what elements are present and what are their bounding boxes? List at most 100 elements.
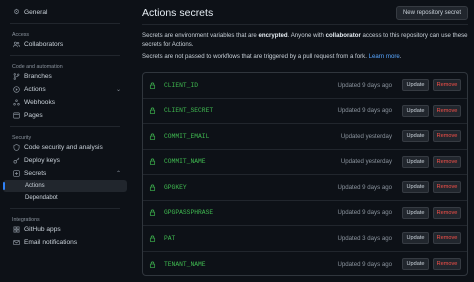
secret-name: GPGKEY <box>164 183 187 191</box>
new-repository-secret-button[interactable]: New repository secret <box>395 6 468 20</box>
lock-icon <box>149 235 156 242</box>
sidebar-item-pages[interactable]: Pages <box>3 109 127 122</box>
lock-icon <box>149 184 156 191</box>
secret-row: GPGKEY Updated 9 days ago Update Remove <box>143 175 467 201</box>
sidebar-section-security: Security <box>12 135 32 141</box>
update-button[interactable]: Update <box>402 104 429 117</box>
sidebar-section-code: Code and automation <box>12 64 63 70</box>
sidebar-section-access: Access <box>12 32 30 38</box>
sidebar-item-deploy-keys[interactable]: Deploy keys <box>3 154 127 167</box>
secret-updated: Updated 9 days ago <box>337 260 392 268</box>
people-icon <box>13 41 21 48</box>
sidebar-item-label: General <box>24 9 48 16</box>
sidebar-item-label: Branches <box>24 73 52 80</box>
remove-button[interactable]: Remove <box>433 155 461 168</box>
sidebar-divider <box>10 126 120 127</box>
update-button[interactable]: Update <box>402 79 429 92</box>
chevron-down-icon[interactable]: ⌄ <box>116 86 121 93</box>
branch-icon <box>13 73 20 80</box>
secret-name: CLIENT_ID <box>164 81 199 89</box>
sidebar-item-label: Actions <box>24 86 46 93</box>
chevron-up-icon[interactable]: ⌃ <box>116 170 121 177</box>
secret-row: TENANT_NAME Updated 9 days ago Update Re… <box>143 252 467 276</box>
mail-icon <box>13 239 20 246</box>
sidebar-item-label: Email notifications <box>24 239 78 246</box>
sidebar-item-label: Code security and analysis <box>24 144 103 151</box>
sidebar-item-code-security[interactable]: Code security and analysis <box>3 141 127 154</box>
sidebar-item-label: Pages <box>24 112 43 119</box>
remove-button[interactable]: Remove <box>433 232 461 245</box>
sidebar-item-label: Webhooks <box>24 99 56 106</box>
secret-name: GPGPASSPHRASE <box>164 209 214 217</box>
lock-icon <box>149 158 156 166</box>
secret-row: COMMIT_NAME Updated yesterday Update Rem… <box>143 150 467 175</box>
description-text: . Anyone with <box>287 32 326 39</box>
update-button[interactable]: Update <box>402 258 429 271</box>
browser-icon <box>13 112 20 119</box>
sidebar-item-secrets[interactable]: Secrets ⌃ <box>3 167 127 180</box>
secret-updated: Updated 3 days ago <box>337 234 392 242</box>
update-button[interactable]: Update <box>402 232 429 245</box>
sidebar-item-branches[interactable]: Branches <box>3 70 127 83</box>
lock-icon <box>149 261 156 268</box>
lock-icon <box>149 209 156 217</box>
sidebar-subitem-actions[interactable]: Actions <box>3 180 127 192</box>
secret-row: CLIENT_SECRET Updated 9 days ago Update … <box>143 99 467 124</box>
secret-row: PAT Updated 3 days ago Update Remove <box>143 226 467 252</box>
sidebar-divider <box>10 23 120 24</box>
sidebar-item-label: Secrets <box>24 170 47 177</box>
description-emphasis: collaborator <box>325 32 361 39</box>
sidebar-item-label: Collaborators <box>24 41 64 48</box>
sidebar-subitem-dependabot[interactable]: Dependabot <box>3 192 127 204</box>
remove-button[interactable]: Remove <box>433 258 461 271</box>
page-header: Actions secrets New repository secret <box>142 4 468 22</box>
sidebar-item-label: Deploy keys <box>24 157 60 164</box>
learn-more-link[interactable]: Learn more <box>369 53 400 60</box>
secret-row: COMMIT_EMAIL Updated yesterday Update Re… <box>143 124 467 150</box>
lock-icon <box>149 133 156 140</box>
secrets-list: CLIENT_ID Updated 9 days ago Update Remo… <box>142 72 468 276</box>
remove-button[interactable]: Remove <box>433 104 461 117</box>
apps-icon <box>13 226 20 233</box>
sidebar-subitem-label: Dependabot <box>25 195 58 201</box>
secret-updated: Updated yesterday <box>340 158 392 166</box>
main-content: Actions secrets New repository secret Se… <box>140 0 474 282</box>
header-divider <box>142 24 468 25</box>
notice-text: . <box>399 53 402 60</box>
sidebar-divider <box>10 55 120 56</box>
secret-name: CLIENT_SECRET <box>164 107 214 115</box>
description-text: Secrets are environment variables that a… <box>142 32 259 39</box>
notice-text: Secrets are not passed to workflows that… <box>142 53 369 60</box>
secret-name: COMMIT_EMAIL <box>164 132 210 140</box>
description-emphasis: encrypted <box>258 32 288 39</box>
secret-row: GPGPASSPHRASE Updated 9 days ago Update … <box>143 201 467 226</box>
sidebar-item-collaborators[interactable]: Collaborators <box>3 38 127 51</box>
update-button[interactable]: Update <box>402 181 429 194</box>
sidebar-subitem-label: Actions <box>25 183 45 189</box>
remove-button[interactable]: Remove <box>433 130 461 143</box>
plus-square-icon <box>13 170 20 177</box>
lock-icon <box>149 82 156 89</box>
remove-button[interactable]: Remove <box>433 181 461 194</box>
sidebar-divider <box>10 208 120 209</box>
secret-updated: Updated yesterday <box>340 132 392 140</box>
key-icon <box>13 157 20 164</box>
update-button[interactable]: Update <box>402 130 429 143</box>
secret-updated: Updated 9 days ago <box>337 81 392 89</box>
remove-button[interactable]: Remove <box>433 79 461 92</box>
sidebar-item-general[interactable]: ⚙ General <box>3 6 127 19</box>
page-title: Actions secrets <box>142 7 214 19</box>
secrets-description: Secrets are environment variables that a… <box>142 31 468 50</box>
play-circle-icon <box>13 86 20 93</box>
remove-button[interactable]: Remove <box>433 206 461 219</box>
shield-icon <box>13 144 20 151</box>
sidebar-item-label: GitHub apps <box>24 226 61 233</box>
sidebar-item-webhooks[interactable]: Webhooks <box>3 96 127 109</box>
sidebar-item-email-notifications[interactable]: Email notifications <box>3 236 127 249</box>
lock-icon <box>149 107 156 115</box>
secret-updated: Updated 9 days ago <box>337 209 392 217</box>
sidebar-item-github-apps[interactable]: GitHub apps <box>3 223 127 236</box>
update-button[interactable]: Update <box>402 155 429 168</box>
sidebar-item-actions[interactable]: Actions ⌄ <box>3 83 127 96</box>
update-button[interactable]: Update <box>402 206 429 219</box>
